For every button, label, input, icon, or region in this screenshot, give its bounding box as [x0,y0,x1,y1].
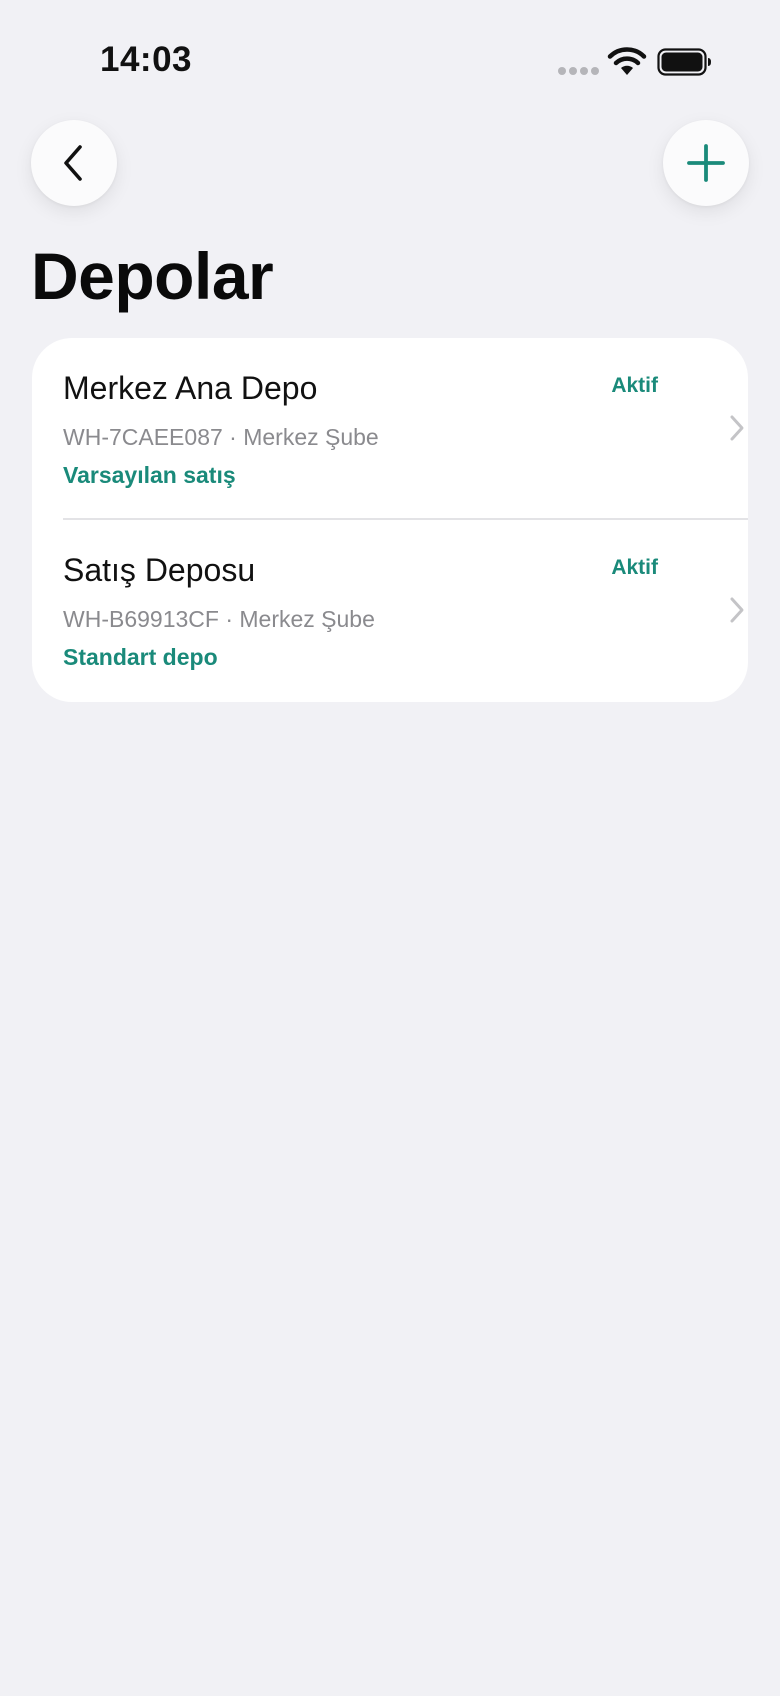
status-badge: Aktif [611,374,658,397]
add-warehouse-button[interactable] [663,120,749,206]
warehouses-screen: 14:03 Depolar Merkez Ana Depo Aktif WH-7… [0,0,780,1696]
chevron-right-icon [730,597,744,623]
plus-icon [687,144,725,182]
cellular-signal-icon [558,67,599,75]
status-badge: Aktif [611,556,658,579]
warehouse-list: Merkez Ana Depo Aktif WH-7CAEE087 · Merk… [32,338,748,702]
warehouse-type: Standart depo [63,644,218,670]
page-title: Depolar [31,239,274,313]
back-button[interactable] [31,120,117,206]
status-bar: 14:03 [0,0,780,110]
status-time: 14:03 [100,40,193,79]
warehouse-row[interactable]: Satış Deposu Aktif WH-B69913CF · Merkez … [32,520,748,702]
chevron-left-icon [64,145,82,181]
chevron-right-icon [730,415,744,441]
warehouse-code-branch: WH-7CAEE087 · Merkez Şube [63,424,379,450]
battery-icon [657,48,711,76]
warehouse-name: Satış Deposu [63,552,256,588]
wifi-icon [607,47,647,75]
warehouse-code-branch: WH-B69913CF · Merkez Şube [63,606,375,632]
warehouse-name: Merkez Ana Depo [63,370,318,406]
warehouse-type: Varsayılan satış [63,462,236,488]
warehouse-row[interactable]: Merkez Ana Depo Aktif WH-7CAEE087 · Merk… [32,338,748,520]
